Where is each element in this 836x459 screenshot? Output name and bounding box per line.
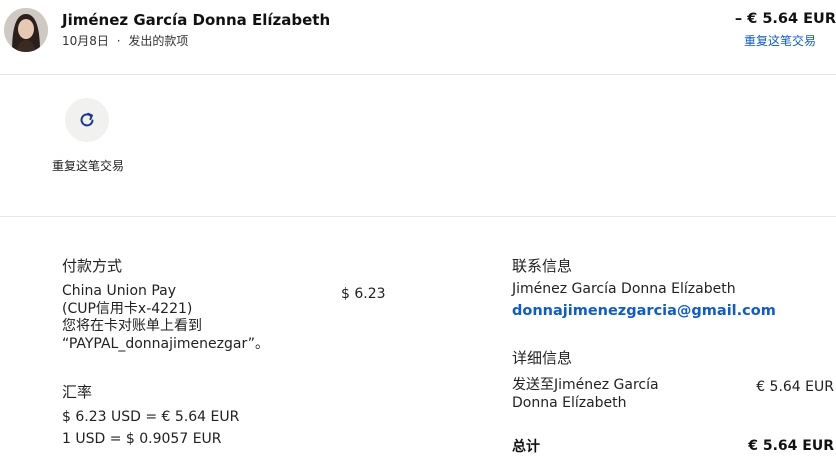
contact-name: Jiménez García Donna Elízabeth xyxy=(512,281,736,297)
transaction-date: 10月8日 xyxy=(62,34,109,48)
transaction-subtitle: 10月8日 · 发出的款项 xyxy=(62,32,188,49)
actions-divider xyxy=(0,216,836,217)
details-heading: 详细信息 xyxy=(512,349,573,367)
total-label: 总计 xyxy=(512,439,540,455)
exchange-rate-line: $ 6.23 USD = € 5.64 EUR xyxy=(62,409,240,425)
repeat-transaction-label: 重复这笔交易 xyxy=(52,159,125,173)
payment-method-line: (CUP信用卡x-4221) xyxy=(62,300,193,317)
contact-email-link[interactable]: donnajimenezgarcia@gmail.com xyxy=(512,303,776,319)
payment-method-details: China Union Pay (CUP信用卡x-4221) 您将在卡对账单上看… xyxy=(62,283,269,353)
transaction-type: 发出的款项 xyxy=(128,34,189,48)
exchange-rate-line: 1 USD = $ 0.9057 EUR xyxy=(62,431,222,447)
payment-method-line: 您将在卡对账单上看到 xyxy=(62,318,202,334)
sent-amount: € 5.64 EUR xyxy=(756,379,834,395)
sent-to: 发送至Jiménez García Donna Elízabeth xyxy=(512,377,659,412)
repeat-transaction-button[interactable] xyxy=(65,98,109,142)
contact-info-heading: 联系信息 xyxy=(512,257,573,275)
refresh-icon xyxy=(80,112,94,127)
payment-method-heading: 付款方式 xyxy=(62,257,123,275)
payment-method-line: China Union Pay xyxy=(62,283,177,299)
payment-method-line: “PAYPAL_donnajimenezgar”。 xyxy=(62,335,270,352)
header-divider xyxy=(0,74,836,75)
subtitle-separator: · xyxy=(116,34,121,48)
sent-to-line: Donna Elízabeth xyxy=(512,394,627,411)
transaction-amount: – € 5.64 EUR xyxy=(734,11,836,27)
total-amount: € 5.64 EUR xyxy=(748,438,834,454)
sent-to-line: 发送至Jiménez García xyxy=(512,377,659,393)
avatar xyxy=(4,8,48,52)
avatar-image xyxy=(4,8,48,52)
repeat-transaction-link[interactable]: 重复这笔交易 xyxy=(744,32,816,49)
payment-method-amount: $ 6.23 xyxy=(341,286,386,302)
counterparty-name: Jiménez García Donna Elízabeth xyxy=(62,11,331,29)
exchange-rate-heading: 汇率 xyxy=(62,383,93,401)
